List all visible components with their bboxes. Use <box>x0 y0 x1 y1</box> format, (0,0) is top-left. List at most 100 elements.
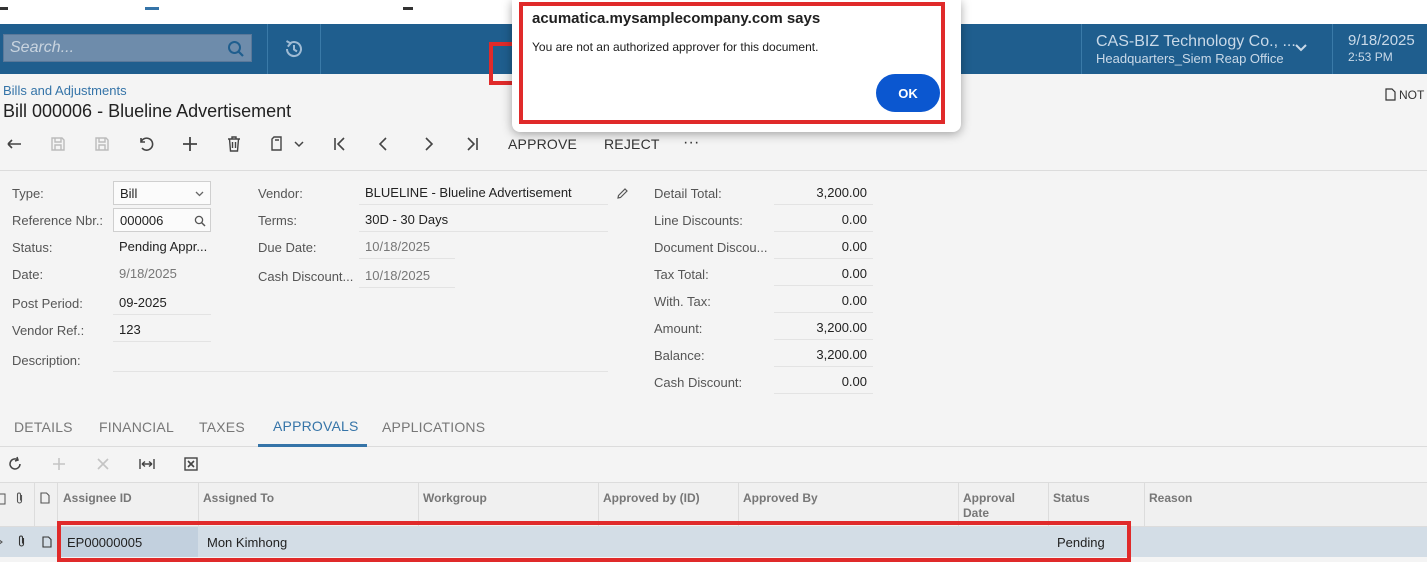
last-record-icon[interactable] <box>462 134 482 154</box>
strip-mark <box>0 7 8 10</box>
chevron-down-icon <box>195 191 204 197</box>
row-highlight-box <box>57 521 1131 562</box>
col-assigned-to[interactable]: Assigned To <box>203 491 274 506</box>
search-icon[interactable] <box>194 215 206 227</box>
delete-row-icon[interactable] <box>95 456 111 472</box>
post-period-label: Post Period: <box>12 296 83 311</box>
col-status[interactable]: Status <box>1053 491 1090 506</box>
due-date-label: Due Date: <box>258 240 317 255</box>
more-actions-button[interactable]: ··· <box>683 134 700 152</box>
strip-mark <box>145 7 159 10</box>
reject-button[interactable]: REJECT <box>604 136 660 152</box>
cash-discount-value: 0.00 <box>774 370 873 394</box>
vendor-ref-label: Vendor Ref.: <box>12 323 85 338</box>
column-divider <box>34 483 35 528</box>
tab-financial[interactable]: FINANCIAL <box>99 419 174 435</box>
reference-nbr-label: Reference Nbr.: <box>12 213 104 228</box>
history-icon[interactable] <box>282 37 306 61</box>
search-input[interactable] <box>4 35 224 61</box>
note-icon <box>1385 88 1396 101</box>
col-approval-date[interactable]: Approval Date <box>963 491 1033 521</box>
attachment-icon[interactable] <box>17 535 26 548</box>
export-excel-icon[interactable] <box>183 456 199 472</box>
terms-label: Terms: <box>258 213 297 228</box>
header-divider <box>267 24 268 74</box>
row-selector-icon <box>0 493 6 505</box>
dialog-highlight-box <box>519 2 945 124</box>
type-select[interactable]: Bill <box>113 181 211 205</box>
note-icon[interactable] <box>42 536 52 548</box>
undo-icon[interactable] <box>136 134 156 154</box>
tab-taxes[interactable]: TAXES <box>199 419 245 435</box>
column-divider <box>1144 483 1145 528</box>
line-discounts-value: 0.00 <box>774 208 873 232</box>
post-period-field[interactable]: 09-2025 <box>113 291 211 315</box>
tab-applications[interactable]: APPLICATIONS <box>382 419 485 435</box>
col-approved-by-id[interactable]: Approved by (ID) <box>603 491 700 506</box>
business-date[interactable]: 9/18/2025 2:53 PM <box>1348 32 1415 64</box>
document-discount-value: 0.00 <box>774 235 873 259</box>
balance-label: Balance: <box>654 348 705 363</box>
with-tax-label: With. Tax: <box>654 294 711 309</box>
col-assignee-id[interactable]: Assignee ID <box>63 491 132 506</box>
vendor-field[interactable]: BLUELINE - Blueline Advertisement <box>359 181 608 205</box>
cash-discount-label: Cash Discount: <box>654 375 743 390</box>
description-field[interactable] <box>113 348 608 372</box>
col-reason[interactable]: Reason <box>1149 491 1192 506</box>
date-text: 9/18/2025 <box>1348 32 1415 49</box>
tab-approvals[interactable]: APPROVALS <box>273 418 359 434</box>
balance-value: 3,200.00 <box>774 343 873 367</box>
company-selector[interactable]: CAS-BIZ Technology Co., ... Headquarters… <box>1096 34 1296 67</box>
branch-name: Headquarters_Siem Reap Office <box>1096 51 1284 66</box>
delete-icon[interactable] <box>224 134 244 154</box>
edit-icon[interactable] <box>616 187 629 200</box>
with-tax-value: 0.00 <box>774 289 873 313</box>
status-label: Status: <box>12 240 53 255</box>
save-icon[interactable] <box>48 134 68 154</box>
tax-total-label: Tax Total: <box>654 267 709 282</box>
reference-nbr-field[interactable]: 000006 <box>113 208 211 232</box>
add-row-icon[interactable] <box>51 456 67 472</box>
line-discounts-label: Line Discounts: <box>654 213 743 228</box>
refresh-icon[interactable] <box>7 456 23 472</box>
vendor-ref-field[interactable]: 123 <box>113 318 211 342</box>
approve-button[interactable]: APPROVE <box>508 136 577 152</box>
notes-button[interactable]: NOT <box>1385 88 1424 102</box>
strip-mark <box>403 7 413 10</box>
active-tab-indicator <box>258 444 367 447</box>
reference-nbr-value: 000006 <box>120 213 164 228</box>
copy-paste-icon[interactable] <box>268 134 288 154</box>
add-icon[interactable] <box>180 134 200 154</box>
row-arrow-icon <box>0 539 3 545</box>
page-body: Bills and Adjustments Bill 000006 - Blue… <box>0 74 1427 562</box>
back-icon[interactable] <box>5 134 25 154</box>
note-icon <box>40 492 50 504</box>
detail-total-label: Detail Total: <box>654 186 722 201</box>
first-record-icon[interactable] <box>330 134 350 154</box>
cash-discount-date-label: Cash Discount... <box>258 269 354 284</box>
search-box <box>3 34 252 62</box>
breadcrumb[interactable]: Bills and Adjustments <box>3 83 127 98</box>
fit-columns-icon[interactable] <box>138 456 156 472</box>
tab-details[interactable]: DETAILS <box>14 419 73 435</box>
terms-field[interactable]: 30D - 30 Days <box>359 208 608 232</box>
time-text: 2:53 PM <box>1348 50 1393 64</box>
cash-discount-date-field[interactable]: 10/18/2025 <box>359 264 455 288</box>
header-divider <box>1081 24 1082 74</box>
chevron-down-icon[interactable] <box>1294 43 1308 53</box>
col-approved-by[interactable]: Approved By <box>743 491 818 506</box>
toolbar-divider <box>0 170 1427 171</box>
save-close-icon[interactable] <box>92 134 112 154</box>
chevron-down-icon[interactable] <box>292 134 306 154</box>
previous-record-icon[interactable] <box>374 134 394 154</box>
col-workgroup[interactable]: Workgroup <box>423 491 487 506</box>
date-value: 9/18/2025 <box>119 266 177 281</box>
notes-label: NOT <box>1399 88 1425 102</box>
next-record-icon[interactable] <box>418 134 438 154</box>
header-divider <box>320 24 321 74</box>
due-date-field[interactable]: 10/18/2025 <box>359 235 455 259</box>
search-icon[interactable] <box>227 40 245 58</box>
attachment-icon <box>16 492 23 504</box>
vendor-label: Vendor: <box>258 186 303 201</box>
status-value: Pending Appr... <box>119 239 208 254</box>
